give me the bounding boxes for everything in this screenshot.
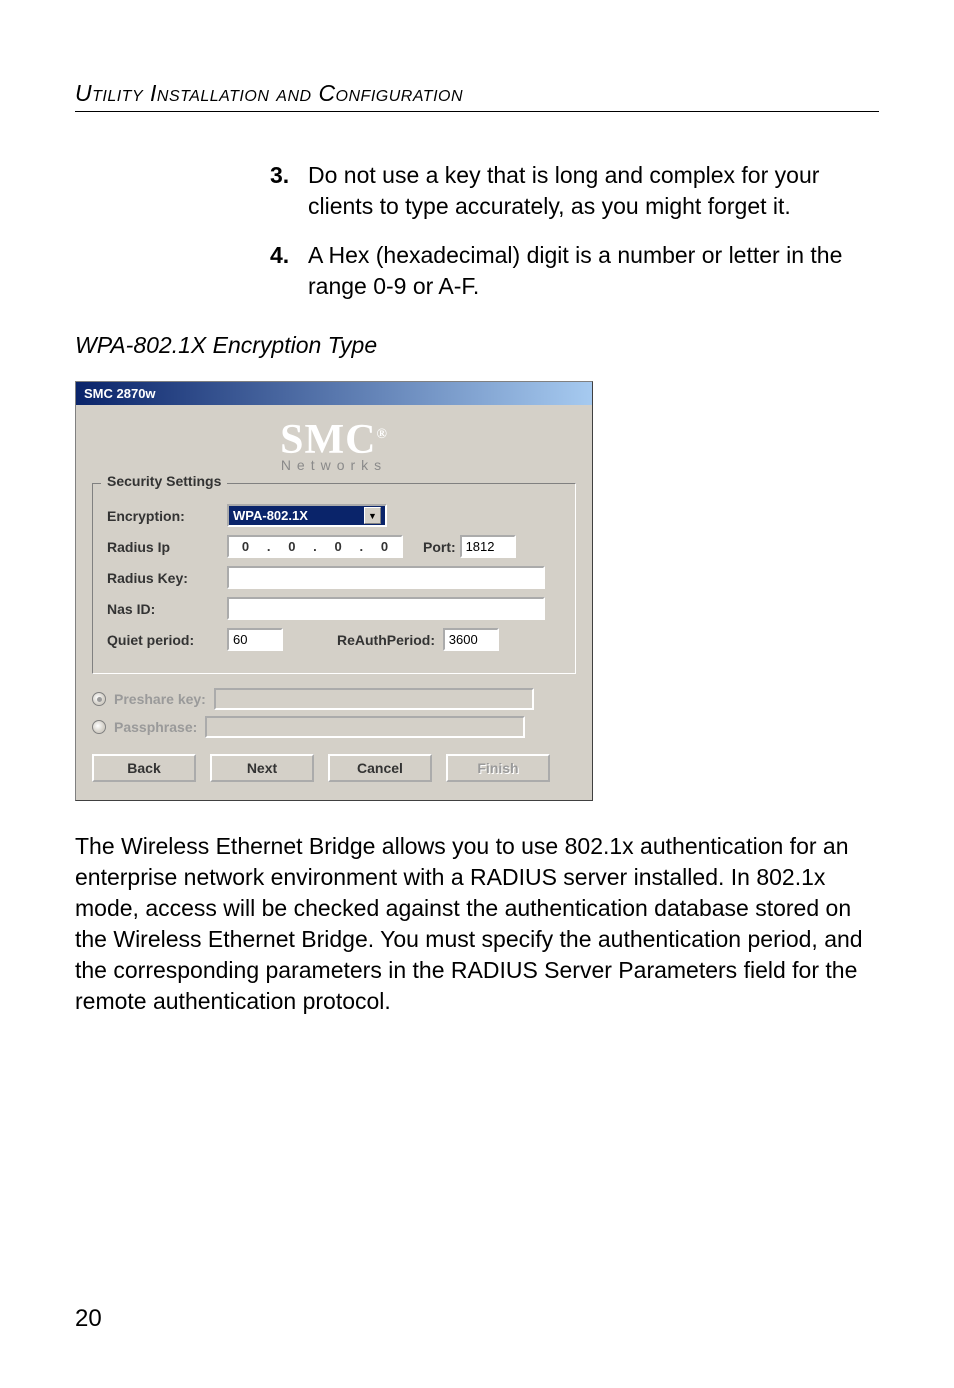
list-item: 3. Do not use a key that is long and com… xyxy=(270,160,879,222)
dialog-title-bar: SMC 2870w xyxy=(76,382,592,405)
ip-octet: 0 xyxy=(288,539,295,554)
encryption-value: WPA-802.1X xyxy=(233,508,308,523)
list-text: Do not use a key that is long and comple… xyxy=(308,160,879,222)
security-settings-dialog: SMC 2870w SMC® Networks Security Setting… xyxy=(75,381,593,801)
quiet-period-input[interactable] xyxy=(227,628,283,651)
nas-id-input[interactable] xyxy=(227,597,545,620)
radius-key-input[interactable] xyxy=(227,566,545,589)
passphrase-label: Passphrase: xyxy=(114,719,197,735)
chevron-down-icon[interactable]: ▼ xyxy=(364,507,381,524)
group-legend: Security Settings xyxy=(101,473,227,489)
header-rule xyxy=(75,111,879,112)
back-button[interactable]: Back xyxy=(92,754,196,782)
preshare-key-row: Preshare key: xyxy=(92,688,576,710)
logo-text: SMC® xyxy=(76,419,592,461)
encryption-select[interactable]: WPA-802.1X ▼ xyxy=(227,504,387,527)
list-item: 4. A Hex (hexadecimal) digit is a number… xyxy=(270,240,879,302)
radius-ip-label: Radius Ip xyxy=(107,539,227,555)
preshare-key-input xyxy=(214,688,534,710)
radius-ip-row: Radius Ip 0. 0. 0. 0 Port: xyxy=(107,535,561,558)
cancel-button[interactable]: Cancel xyxy=(328,754,432,782)
ip-octet: 0 xyxy=(242,539,249,554)
page-header: Utility Installation and Configuration xyxy=(75,80,879,107)
port-label: Port: xyxy=(423,539,456,555)
passphrase-radio[interactable] xyxy=(92,720,106,734)
dialog-logo: SMC® Networks xyxy=(76,405,592,479)
next-button[interactable]: Next xyxy=(210,754,314,782)
quiet-period-label: Quiet period: xyxy=(107,632,227,648)
passphrase-row: Passphrase: xyxy=(92,716,576,738)
section-subheading: WPA-802.1X Encryption Type xyxy=(75,332,879,359)
passphrase-input xyxy=(205,716,525,738)
preshare-radio[interactable] xyxy=(92,692,106,706)
logo-registered: ® xyxy=(376,427,387,442)
nas-id-label: Nas ID: xyxy=(107,601,227,617)
list-text: A Hex (hexadecimal) digit is a number or… xyxy=(308,240,879,302)
list-number: 3. xyxy=(270,160,298,222)
encryption-row: Encryption: WPA-802.1X ▼ xyxy=(107,504,561,527)
body-paragraph: The Wireless Ethernet Bridge allows you … xyxy=(75,831,879,1017)
page-number: 20 xyxy=(75,1305,102,1333)
radius-ip-input[interactable]: 0. 0. 0. 0 xyxy=(227,535,403,558)
ordered-list: 3. Do not use a key that is long and com… xyxy=(75,160,879,302)
dialog-button-row: Back Next Cancel Finish xyxy=(76,744,592,800)
radius-key-label: Radius Key: xyxy=(107,570,227,586)
nas-id-row: Nas ID: xyxy=(107,597,561,620)
list-number: 4. xyxy=(270,240,298,302)
quiet-reauth-row: Quiet period: ReAuthPeriod: xyxy=(107,628,561,651)
preshare-key-label: Preshare key: xyxy=(114,691,206,707)
radius-key-row: Radius Key: xyxy=(107,566,561,589)
port-input[interactable] xyxy=(460,535,516,558)
ip-octet: 0 xyxy=(335,539,342,554)
reauth-period-label: ReAuthPeriod: xyxy=(337,632,435,648)
encryption-label: Encryption: xyxy=(107,508,227,524)
ip-octet: 0 xyxy=(381,539,388,554)
logo-subtext: Networks xyxy=(76,457,592,473)
finish-button: Finish xyxy=(446,754,550,782)
reauth-period-input[interactable] xyxy=(443,628,499,651)
security-settings-group: Security Settings Encryption: WPA-802.1X… xyxy=(92,483,576,674)
